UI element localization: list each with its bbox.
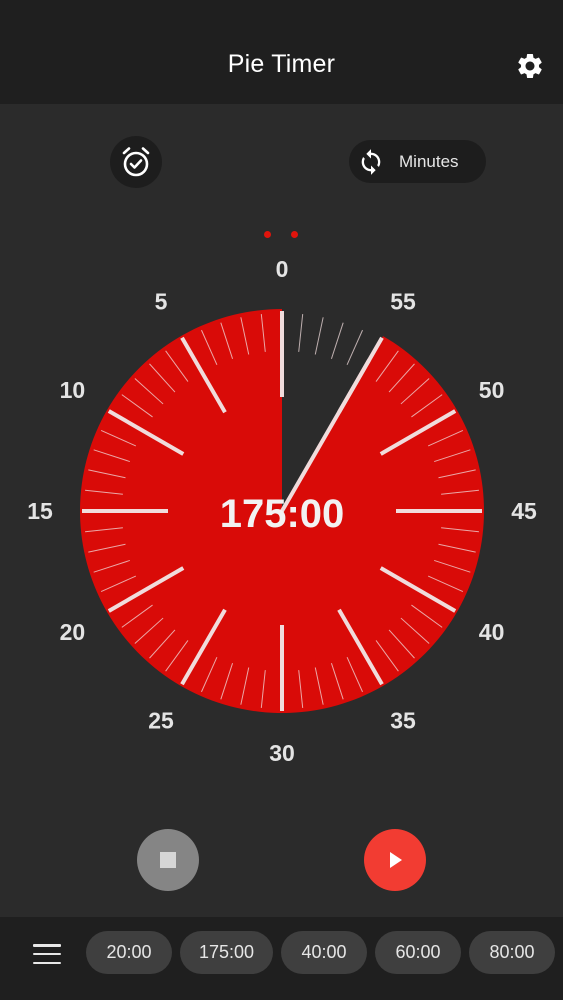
- preset-chip[interactable]: 20:00: [86, 931, 172, 974]
- play-button[interactable]: [364, 829, 426, 891]
- gear-icon: [518, 53, 542, 78]
- dial-label: 45: [511, 498, 537, 524]
- app-title: Pie Timer: [227, 50, 336, 78]
- alarm-clock-check-icon: [122, 147, 150, 177]
- preset-chip[interactable]: 40:00: [281, 931, 367, 974]
- play-triangle-icon: [390, 852, 402, 868]
- dial-label: 20: [60, 619, 86, 645]
- dial-label: 50: [479, 377, 505, 403]
- time-display: 175:00: [220, 492, 345, 536]
- minor-tick: [314, 317, 324, 355]
- dial-label: 15: [27, 498, 53, 524]
- dial-label: 10: [60, 377, 86, 403]
- dial-label: 30: [269, 740, 295, 766]
- stop-button[interactable]: [137, 829, 199, 891]
- stop-square-icon: [160, 852, 176, 868]
- dial-label: 40: [479, 619, 505, 645]
- preset-chip[interactable]: 175:00: [180, 931, 273, 974]
- dial-label: 0: [276, 256, 289, 282]
- hamburger-menu-icon: [33, 944, 61, 947]
- minor-tick: [330, 322, 344, 359]
- dial-label: 5: [155, 288, 168, 314]
- unit-label: Minutes: [399, 151, 459, 171]
- minor-tick: [346, 329, 363, 366]
- refresh-arrows-icon: [361, 148, 381, 175]
- preset-chip[interactable]: 60:00: [375, 931, 461, 974]
- menu-button[interactable]: [30, 940, 64, 968]
- preset-chip[interactable]: 80:00: [469, 931, 555, 974]
- minor-tick: [298, 314, 304, 352]
- dial-label: 25: [148, 708, 174, 734]
- dial-label: 55: [390, 288, 416, 314]
- settings-button[interactable]: [512, 48, 548, 84]
- alarm-toggle-button[interactable]: [110, 136, 162, 188]
- timer-dial[interactable]: 0 5 10 15 20 25 30 35 40 45 50 55 175:00: [0, 230, 563, 780]
- dial-label: 35: [390, 708, 416, 734]
- unit-toggle-button[interactable]: Minutes: [349, 140, 486, 183]
